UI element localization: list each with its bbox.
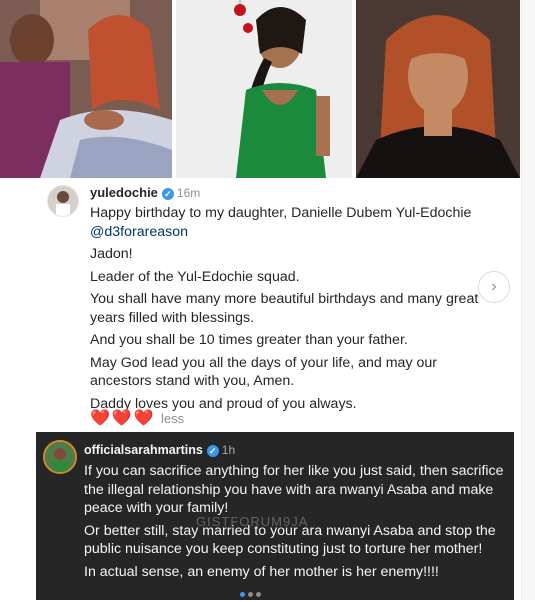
caption-intro: Happy birthday to my daughter, Danielle …	[90, 205, 472, 221]
carousel-dot[interactable]	[240, 592, 245, 597]
avatar-image	[48, 186, 78, 216]
caption-line: May God lead you all the days of your li…	[90, 354, 437, 390]
photo-woman-green[interactable]	[176, 0, 352, 178]
verified-badge-icon: ✓	[206, 444, 219, 457]
carousel-dot[interactable]	[256, 592, 261, 597]
commenter-username[interactable]: officialsarahmartins	[84, 443, 203, 457]
woman-red-hair-image	[356, 0, 520, 178]
hearts-emoji: ❤️❤️❤️	[90, 410, 156, 427]
caption-line: You shall have many more beautiful birth…	[90, 291, 479, 326]
post-author-avatar[interactable]	[47, 185, 79, 217]
carousel-dot[interactable]	[248, 592, 253, 597]
post-username[interactable]: yuledochie	[90, 185, 158, 200]
comment-time[interactable]: 1h	[222, 443, 235, 457]
post-time[interactable]: 16m	[177, 186, 200, 200]
watermark: GISTFORUM9JA	[196, 514, 309, 529]
photo-strip	[0, 0, 535, 178]
caption-line: And you shall be 10 times greater than y…	[90, 332, 408, 348]
couple-image	[0, 0, 172, 178]
woman-green-image	[176, 0, 352, 178]
caption-text: Happy birthday to my daughter, Danielle …	[90, 204, 500, 417]
next-arrow-icon[interactable]: ›	[478, 271, 510, 303]
caption-line: Happy birthday to my daughter, Danielle …	[90, 204, 500, 241]
adjacent-panel-edge	[521, 0, 535, 600]
comment-line: If you can sacrifice anything for her li…	[84, 463, 504, 516]
post-author-row: yuledochie ✓ 16m	[90, 185, 200, 200]
commenter-avatar[interactable]	[43, 440, 77, 474]
caption-line: Leader of the Yul-Edochie squad.	[90, 268, 300, 285]
post-caption: yuledochie ✓ 16m Happy birthday to my daug…	[44, 178, 508, 430]
comment-line: In actual sense, an enemy of her mother …	[84, 563, 439, 580]
commenter-row: officialsarahmartins ✓ 1h	[84, 443, 235, 457]
carousel-dots	[240, 584, 264, 602]
caption-line: Jadon!	[90, 246, 133, 262]
less-link[interactable]: less	[161, 411, 184, 426]
verified-badge-icon: ✓	[161, 187, 174, 200]
commenter-avatar-image	[45, 442, 75, 472]
photo-couple[interactable]	[0, 0, 172, 178]
photo-woman-red-hair[interactable]	[356, 0, 520, 178]
mention-link[interactable]: @d3forareason	[90, 224, 188, 240]
